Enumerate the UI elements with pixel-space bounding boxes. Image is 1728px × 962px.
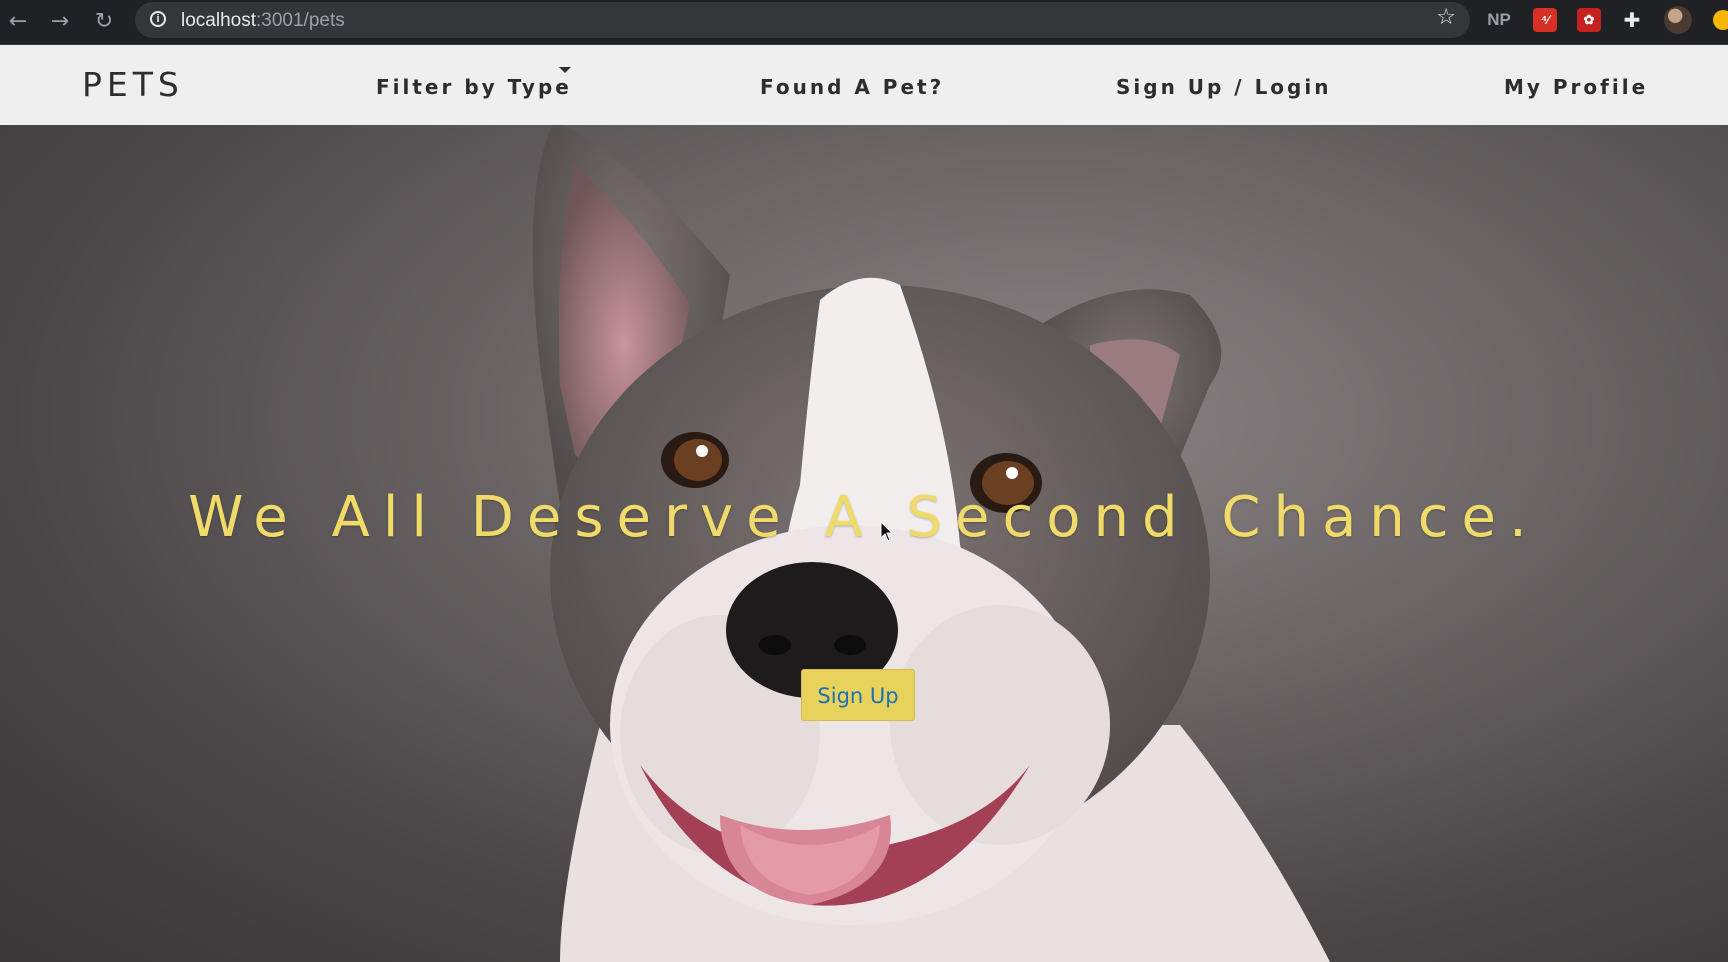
address-bar[interactable]: i localhost:3001/pets ☆ [135, 2, 1470, 38]
update-indicator-icon[interactable] [1713, 10, 1728, 30]
hero-section: We All Deserve A Second Chance. Sign Up [0, 125, 1728, 962]
hero-signup-button[interactable]: Sign Up [801, 669, 915, 721]
back-icon[interactable]: ← [2, 6, 34, 38]
url-text[interactable]: localhost:3001/pets [181, 10, 345, 32]
nav-my-profile[interactable]: My Profile [1504, 75, 1648, 99]
reload-icon[interactable]: ↻ [88, 6, 120, 38]
forward-icon[interactable]: → [44, 6, 76, 38]
url-host: localhost [181, 10, 256, 31]
site-navbar: PETS Filter by Type Found A Pet? Sign Up… [0, 45, 1728, 125]
extensions-puzzle-icon[interactable]: ✚ [1620, 8, 1644, 32]
profile-avatar[interactable] [1664, 6, 1692, 34]
nav-signup-login[interactable]: Sign Up / Login [1116, 75, 1331, 99]
info-icon[interactable]: i [150, 11, 166, 27]
url-path: :3001/pets [256, 10, 345, 31]
browser-toolbar: ← → ↻ i localhost:3001/pets ☆ NP ⁴⁄ ✿ ✚ [0, 0, 1728, 45]
nav-found-a-pet[interactable]: Found A Pet? [760, 75, 944, 99]
brand-logo[interactable]: PETS [82, 65, 184, 104]
dropdown-caret-icon[interactable] [559, 67, 571, 73]
np-extension-icon[interactable]: NP [1487, 8, 1511, 32]
red-extension-icon[interactable]: ⁴⁄ [1533, 8, 1557, 32]
nav-filter-by-type[interactable]: Filter by Type [376, 75, 572, 99]
hero-headline: We All Deserve A Second Chance. [188, 485, 1540, 550]
mouse-cursor-icon [880, 521, 894, 542]
flower-extension-icon[interactable]: ✿ [1577, 8, 1601, 32]
bookmark-star-icon[interactable]: ☆ [1436, 5, 1456, 30]
